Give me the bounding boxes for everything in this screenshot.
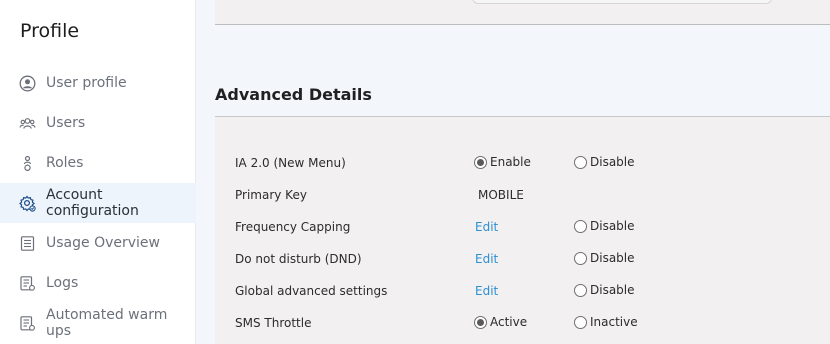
radio-label: Disable [590,251,635,265]
users-icon [19,115,36,132]
row-label: Primary Key [235,188,307,202]
gear-icon [19,195,36,212]
radio-button-checked[interactable] [474,155,487,169]
app-root: Profile User profile Users Roles Account… [0,0,830,344]
previous-section-input[interactable] [472,0,772,4]
sidebar-item-users[interactable]: Users [0,103,196,143]
sidebar-item-usage-overview[interactable]: Usage Overview [0,223,196,263]
logs-icon [19,275,36,292]
radio-active[interactable]: Active [474,315,527,329]
row-label: IA 2.0 (New Menu) [235,156,346,170]
sidebar-item-label: Roles [46,155,84,171]
radio-button[interactable] [574,251,587,265]
radio-button-checked[interactable] [474,315,487,329]
settings-row-dnd: Do not disturb (DND) Edit Disable [215,249,830,269]
row-label: Do not disturb (DND) [235,252,362,266]
roles-icon [19,155,36,172]
settings-row-ia: IA 2.0 (New Menu) Enable Disable [215,153,830,173]
radio-disable[interactable]: Disable [574,155,635,169]
radio-label: Disable [590,155,635,169]
settings-row-frequency-capping: Frequency Capping Edit Disable [215,217,830,237]
edit-link[interactable]: Edit [475,252,498,266]
settings-row-sms-throttle: SMS Throttle Active Inactive [215,313,830,333]
sidebar-item-logs[interactable]: Logs [0,263,196,303]
radio-disable[interactable]: Disable [574,219,635,233]
sidebar-title: Profile [20,20,80,42]
sidebar-item-label: User profile [46,75,127,91]
radio-label: Enable [490,155,531,169]
row-label: SMS Throttle [235,316,312,330]
advanced-details-panel: IA 2.0 (New Menu) Enable Disable Primary… [215,117,830,344]
radio-disable[interactable]: Disable [574,251,635,265]
radio-inactive[interactable]: Inactive [574,315,638,329]
settings-row-primary-key: Primary Key MOBILE [215,185,830,205]
sidebar-item-account-configuration[interactable]: Account configuration [0,183,196,223]
radio-label: Disable [590,283,635,297]
radio-button[interactable] [574,315,587,329]
sidebar-item-roles[interactable]: Roles [0,143,196,183]
sidebar: Profile User profile Users Roles Account… [0,0,196,344]
previous-section-panel [215,0,830,25]
user-circle-icon [19,75,36,92]
sidebar-item-label: Account configuration [46,187,139,219]
radio-button[interactable] [574,155,587,169]
radio-label: Active [490,315,528,329]
sidebar-item-label: Automated warm ups [46,307,168,339]
section-title: Advanced Details [215,85,372,104]
sidebar-item-automated-warm-ups[interactable]: Automated warm ups [0,303,196,343]
settings-row-global-advanced: Global advanced settings Edit Disable [215,281,830,301]
primary-key-value: MOBILE [478,188,524,202]
radio-button[interactable] [574,219,587,233]
usage-icon [19,235,36,252]
radio-button[interactable] [574,283,587,297]
radio-disable[interactable]: Disable [574,283,635,297]
sidebar-item-label: Users [46,115,86,131]
row-label: Frequency Capping [235,220,351,234]
sidebar-item-label: Usage Overview [46,235,160,251]
warmup-icon [19,315,36,332]
edit-link[interactable]: Edit [475,284,498,298]
edit-link[interactable]: Edit [475,220,498,234]
sidebar-item-user-profile[interactable]: User profile [0,63,196,103]
radio-label: Inactive [590,315,638,329]
main-content: Advanced Details IA 2.0 (New Menu) Enabl… [196,0,830,344]
row-label: Global advanced settings [235,284,388,298]
radio-label: Disable [590,219,635,233]
sidebar-item-label: Logs [46,275,79,291]
radio-enable[interactable]: Enable [474,155,531,169]
